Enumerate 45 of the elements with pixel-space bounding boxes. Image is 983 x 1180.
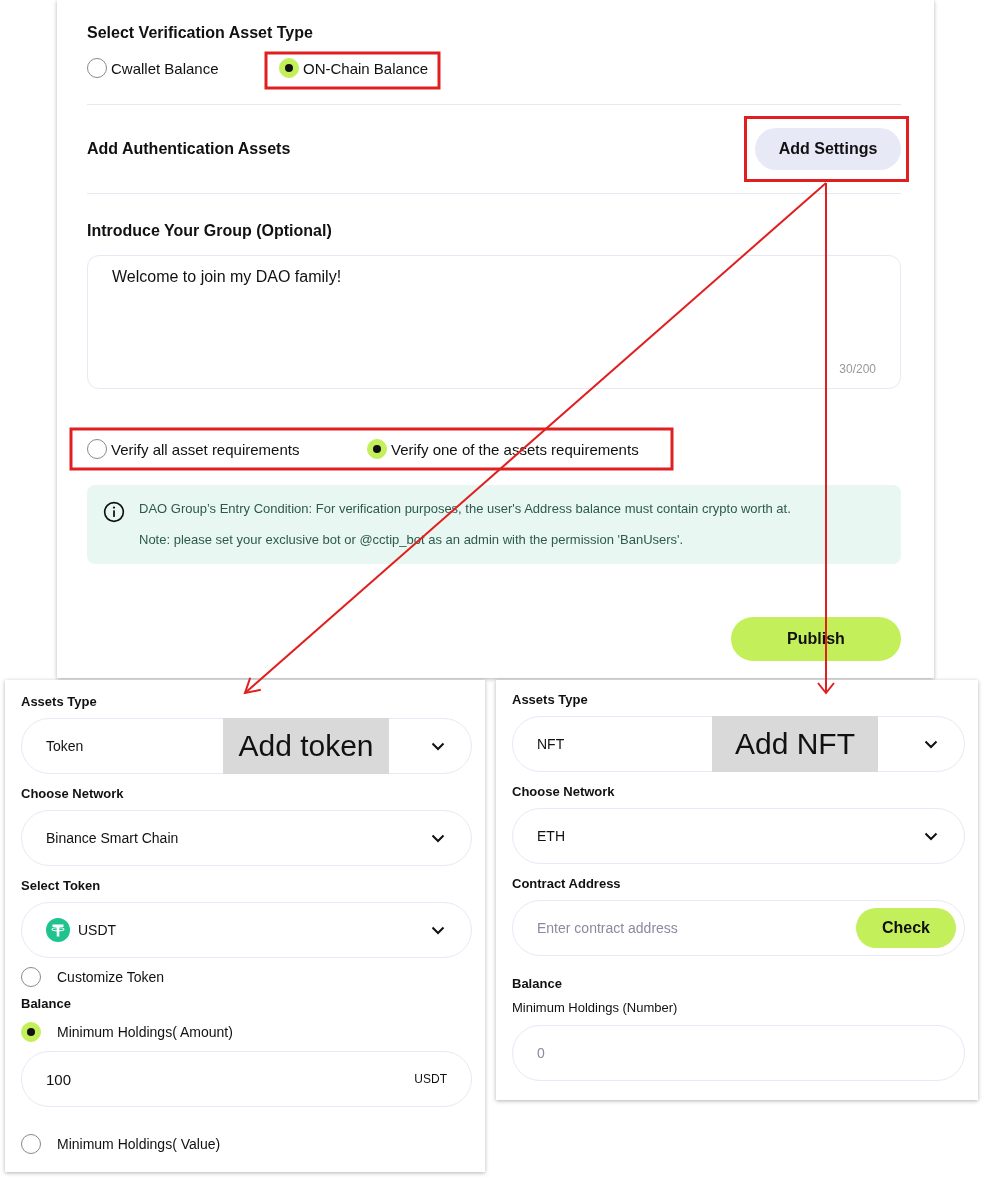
radio-button[interactable] (87, 58, 107, 78)
chevron-down-icon (431, 833, 445, 843)
character-counter: 30/200 (839, 362, 876, 376)
field-label: Assets Type (512, 692, 589, 708)
info-icon (103, 501, 125, 523)
text-area[interactable]: Welcome to join my DAO family! 30/200 (87, 255, 901, 389)
check-button[interactable]: Check (856, 908, 956, 948)
input-placeholder: 0 (537, 1045, 546, 1061)
radio-label[interactable]: ON-Chain Balance (303, 59, 429, 77)
field-label: Balance (512, 976, 563, 992)
coin-icon (46, 918, 70, 942)
radio-label[interactable]: Customize Token (57, 969, 165, 985)
text-value: Welcome to join my DAO family! (112, 268, 342, 285)
annotation-label: Add NFT (712, 716, 878, 772)
radio-button[interactable] (87, 439, 107, 459)
radio-label[interactable]: Cwallet Balance (111, 59, 219, 77)
radio-label[interactable]: Verify all asset requirements (111, 440, 300, 458)
radio-label[interactable]: Minimum Holdings( Value) (57, 1136, 221, 1152)
input-placeholder: Enter contract address (537, 920, 679, 936)
annotation-label: Add token (223, 718, 389, 774)
field-label: Minimum Holdings (Number) (512, 1000, 679, 1015)
chevron-down-icon (924, 739, 938, 749)
field-label: Assets Type (21, 694, 98, 710)
field-label: Choose Network (512, 784, 616, 800)
chevron-down-icon (431, 741, 445, 751)
dropdown-value: Binance Smart Chain (46, 830, 179, 846)
add-settings-button[interactable]: Add Settings (755, 128, 901, 170)
chevron-down-icon (431, 925, 445, 935)
radio-button[interactable] (21, 967, 41, 987)
dropdown-value: NFT (537, 736, 565, 752)
radio-label[interactable]: Minimum Holdings( Amount) (57, 1024, 233, 1040)
field-label: Choose Network (21, 786, 125, 802)
field-label: Balance (21, 996, 72, 1012)
input-value: 100 (46, 1070, 72, 1088)
dropdown-value: ETH (537, 828, 565, 844)
field-label: Contract Address (512, 876, 622, 892)
radio-button[interactable] (21, 1134, 41, 1154)
section-title: Select Verification Asset Type (87, 24, 314, 42)
dropdown-value: Token (46, 738, 84, 754)
unit-label: USDT (414, 1072, 447, 1086)
field-label: Select Token (21, 878, 102, 894)
dropdown-value: USDT (78, 922, 117, 938)
section-title: Introduce Your Group (Optional) (87, 222, 333, 240)
chevron-down-icon (924, 831, 938, 841)
section-title: Add Authentication Assets (87, 140, 291, 158)
